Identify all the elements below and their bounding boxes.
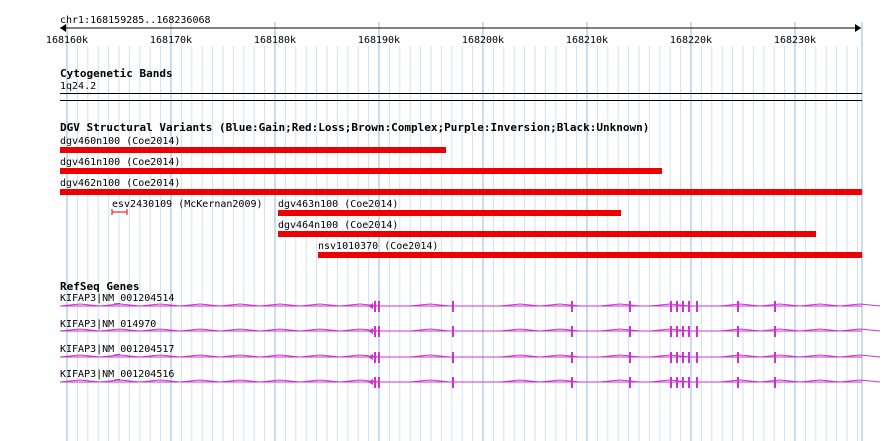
exon-block [737,326,739,337]
exon-block [378,326,380,337]
variant-label: dgv462n100 (Coe2014) [60,178,181,189]
ruler-tick-label: 168190k [357,35,401,46]
ruler-left-arrow-icon [60,24,66,32]
exon-block [378,301,380,312]
exon-block [688,377,690,388]
cyto-band-top-line [60,93,862,94]
exon-block [378,352,380,363]
exon-block [696,301,698,312]
variant-bar[interactable] [318,252,862,258]
exon-block [629,377,631,388]
exon-block [688,301,690,312]
strand-arrow-icon [368,328,373,334]
variant-label: dgv460n100 (Coe2014) [60,136,181,147]
transcript-model[interactable] [0,326,890,340]
strand-arrow-icon [368,379,373,385]
exon-block [688,352,690,363]
exon-block [629,326,631,337]
exon-block [670,352,672,363]
exon-block [452,326,454,337]
strand-arrow-icon [368,354,373,360]
ruler-right-arrow-icon [855,24,861,32]
variant-bar[interactable] [278,231,816,237]
exon-block [452,352,454,363]
ruler-tick-label: 168160k [45,35,89,46]
variant-label: dgv461n100 (Coe2014) [60,157,181,168]
ruler-tick-label: 168230k [773,35,817,46]
variant-label: dgv464n100 (Coe2014) [278,220,399,231]
ruler-tick-label: 168220k [669,35,713,46]
exon-block [774,377,776,388]
variant-small-interval[interactable] [110,208,130,216]
exon-block [452,377,454,388]
exon-block [696,352,698,363]
exon-block [676,377,678,388]
cyto-track-title[interactable]: Cytogenetic Bands [60,68,173,79]
ruler-tick-label: 168170k [149,35,193,46]
exon-block [737,377,739,388]
exon-block [774,326,776,337]
exon-block [682,377,684,388]
exon-block [571,377,573,388]
exon-block [452,301,454,312]
exon-block [696,326,698,337]
exon-block [670,326,672,337]
exon-block [374,301,376,312]
exon-block [696,377,698,388]
exon-block [676,352,678,363]
exon-block [676,326,678,337]
exon-block [682,352,684,363]
exon-block [629,301,631,312]
variant-bar[interactable] [60,168,662,174]
intron-line [59,379,881,383]
ruler-tick-label: 168200k [461,35,505,46]
variant-label: esv2430109 (McKernan2009) [112,199,263,210]
exon-block [374,326,376,337]
ruler-tick-label: 168210k [565,35,609,46]
exon-block [737,352,739,363]
refseq-track-title[interactable]: RefSeq Genes [60,281,139,292]
variant-bar[interactable] [278,210,621,216]
variant-bar[interactable] [60,189,862,195]
intron-line [59,354,881,358]
exon-block [682,326,684,337]
cyto-band-bottom-line [60,100,862,101]
exon-block [688,326,690,337]
transcript-model[interactable] [0,377,890,391]
variant-label: dgv463n100 (Coe2014) [278,199,399,210]
exon-block [737,301,739,312]
transcript-model[interactable] [0,301,890,315]
variant-label: nsv1010370 (Coe2014) [318,241,439,252]
variant-bar[interactable] [60,147,446,153]
exon-block [774,301,776,312]
strand-arrow-icon [368,303,373,309]
genome-browser-view: chr1:168159285..168236068 168160k 168170… [0,0,890,441]
dgv-track-title[interactable]: DGV Structural Variants (Blue:Gain;Red:L… [60,122,649,133]
exon-block [571,352,573,363]
ruler-tick-label: 168180k [253,35,297,46]
transcript-model[interactable] [0,352,890,366]
exon-block [629,352,631,363]
cyto-band-label: 1q24.2 [60,81,97,92]
exon-block [670,301,672,312]
exon-block [374,352,376,363]
intron-line [59,303,881,307]
exon-block [378,377,380,388]
ruler-axis[interactable] [0,22,890,34]
exon-block [670,377,672,388]
exon-block [774,352,776,363]
exon-block [571,326,573,337]
exon-block [682,301,684,312]
exon-block [374,377,376,388]
exon-block [571,301,573,312]
intron-line [59,328,881,332]
exon-block [676,301,678,312]
